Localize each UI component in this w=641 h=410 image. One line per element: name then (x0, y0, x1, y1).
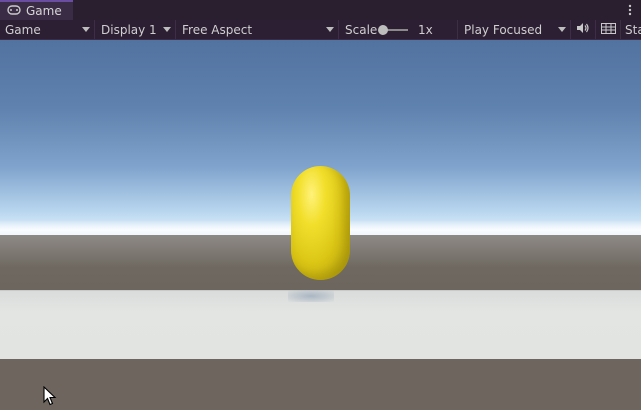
tab-game[interactable]: Game (0, 0, 73, 20)
display-label: Display 1 (101, 22, 157, 37)
window-menu-icon[interactable] (625, 1, 635, 19)
game-viewport[interactable] (0, 40, 641, 410)
chevron-down-icon (326, 27, 334, 32)
chevron-down-icon (558, 27, 566, 32)
window-tab-bar: Game (0, 0, 641, 21)
display-dropdown[interactable]: Display 1 (96, 20, 176, 39)
yellow-capsule (291, 166, 350, 280)
chevron-down-icon (163, 27, 171, 32)
grid-icon (601, 22, 616, 37)
view-mode-dropdown[interactable]: Game (0, 20, 95, 39)
speaker-icon (576, 22, 590, 37)
mouse-cursor-icon (43, 385, 57, 409)
scale-label: Scale (345, 22, 378, 37)
play-mode-label: Play Focused (464, 22, 543, 37)
aspect-dropdown[interactable]: Free Aspect (177, 20, 339, 39)
gizmos-button[interactable] (597, 20, 621, 39)
gamepad-icon (7, 4, 21, 18)
chevron-down-icon (82, 27, 90, 32)
scale-control[interactable]: Scale 1x (340, 20, 458, 39)
mute-audio-button[interactable] (572, 20, 596, 39)
play-mode-dropdown[interactable]: Play Focused (459, 20, 571, 39)
capsule-shadow (288, 290, 334, 302)
scale-slider-thumb[interactable] (378, 25, 388, 35)
ground-near (0, 359, 641, 410)
scale-value: 1x (418, 22, 433, 37)
game-view-toolbar: Game Display 1 Free Aspect Scale 1x Play… (0, 20, 641, 40)
tab-game-label: Game (26, 4, 62, 18)
view-mode-label: Game (5, 22, 41, 37)
stats-button[interactable]: Sta (622, 20, 641, 39)
stats-label: Sta (625, 22, 641, 37)
aspect-label: Free Aspect (182, 22, 253, 37)
